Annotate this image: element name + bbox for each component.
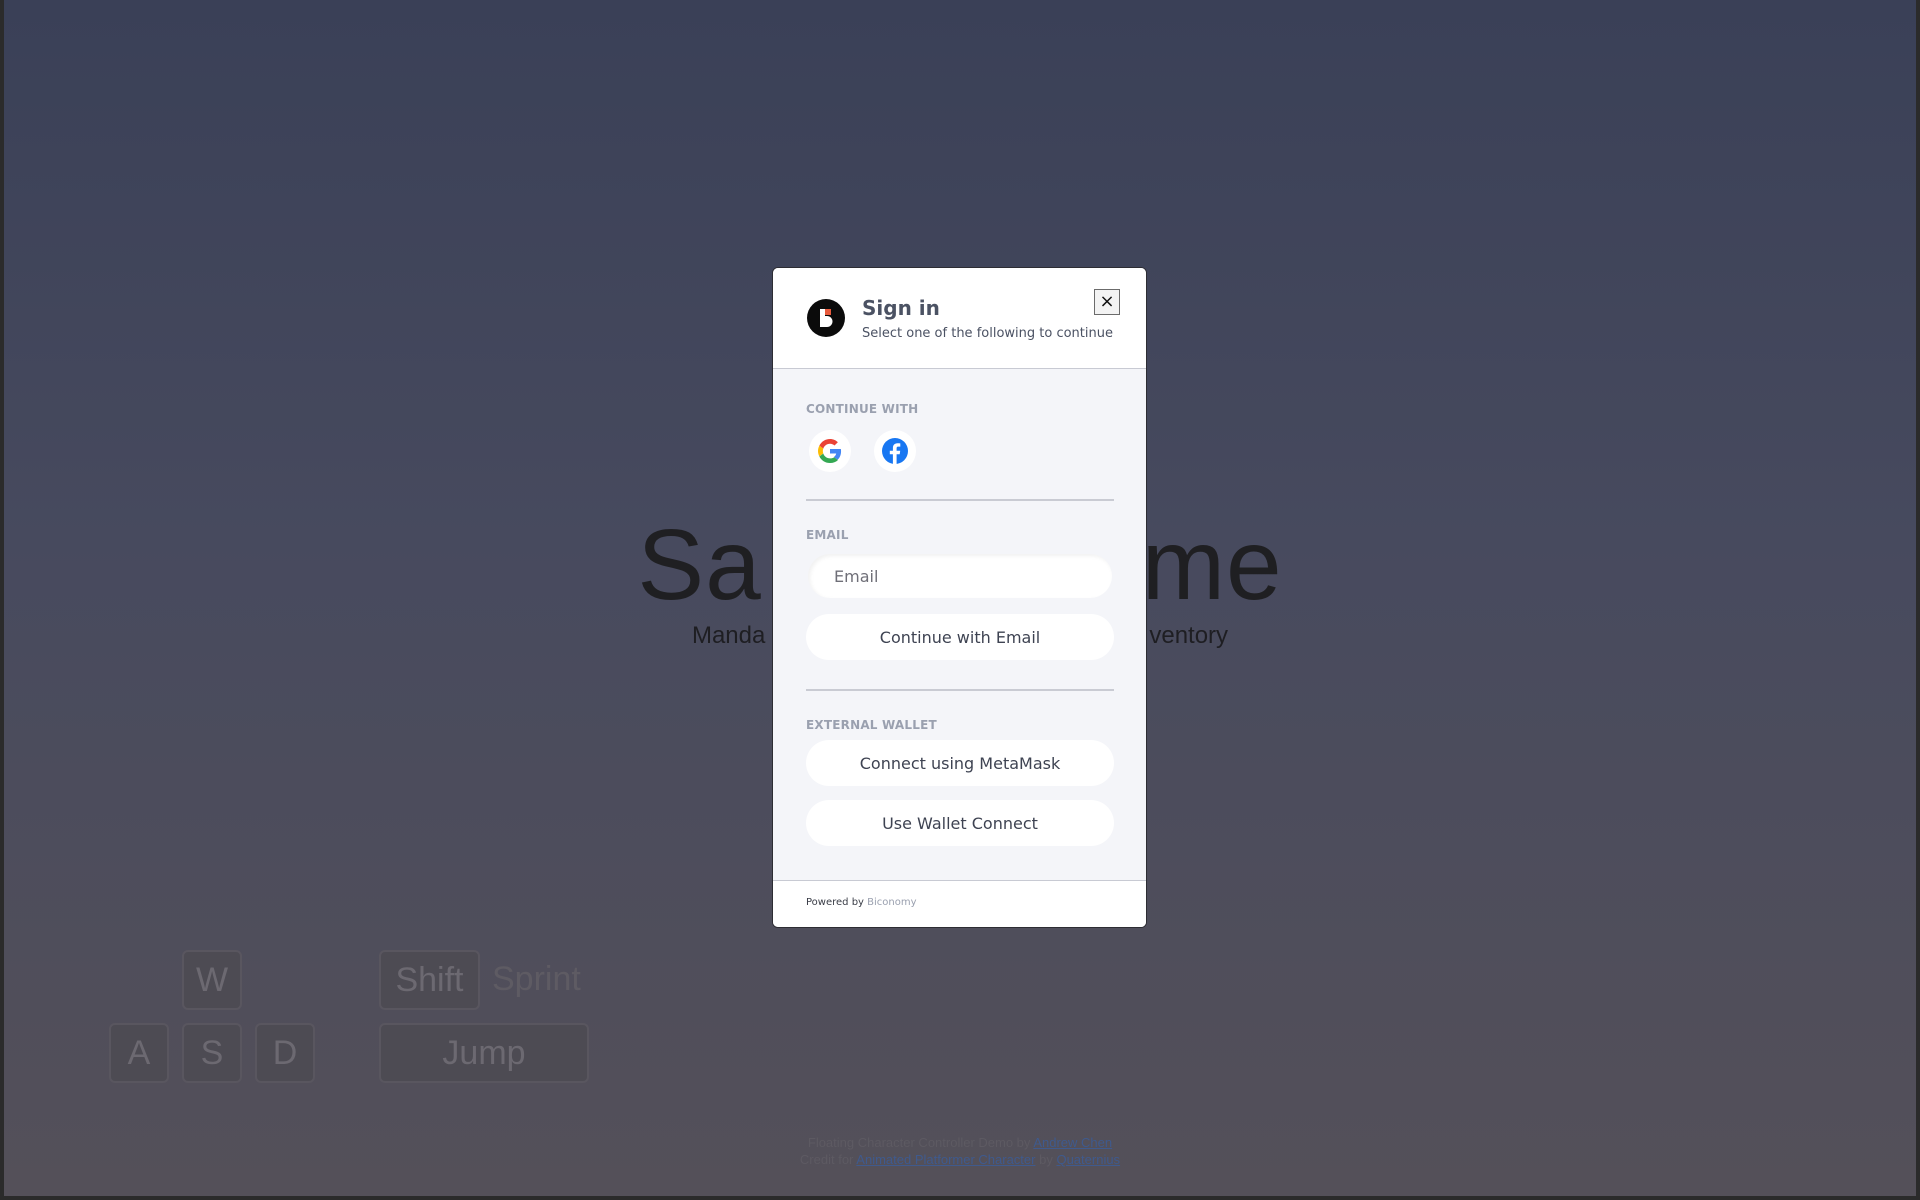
- game-subtitle-left: Manda: [691, 622, 766, 649]
- credits-author-link[interactable]: Andrew Chen: [1033, 1135, 1112, 1150]
- credits-author2-link[interactable]: Quaternius: [1056, 1152, 1120, 1167]
- key-d: D: [255, 1023, 315, 1083]
- key-s: S: [182, 1023, 242, 1083]
- wallet-connect-button[interactable]: Use Wallet Connect: [806, 800, 1114, 846]
- modal-subtitle: Select one of the following to continue: [862, 326, 1113, 341]
- credits-prefix: Floating Character Controller Demo by: [807, 1135, 1031, 1150]
- google-icon: [818, 439, 842, 463]
- modal-header: Sign in Select one of the following to c…: [773, 268, 1146, 369]
- key-a: A: [109, 1023, 169, 1083]
- sign-in-modal: Sign in Select one of the following to c…: [772, 267, 1147, 928]
- close-button[interactable]: ×: [1094, 289, 1120, 315]
- facebook-icon: [882, 438, 908, 464]
- credits-line-1: Floating Character Controller Demo by An…: [4, 1134, 1916, 1151]
- credits-by: by: [1039, 1152, 1053, 1167]
- facebook-button[interactable]: [874, 430, 916, 472]
- key-shift: Shift: [379, 950, 480, 1010]
- email-input[interactable]: [808, 554, 1112, 598]
- divider: [806, 689, 1114, 691]
- key-jump: Jump: [379, 1023, 589, 1083]
- continue-with-label: CONTINUE WITH: [806, 402, 919, 416]
- credits-line-2: Credit for Animated Platformer Character…: [4, 1151, 1916, 1168]
- connect-metamask-button[interactable]: Connect using MetaMask: [806, 740, 1114, 786]
- powered-by-prefix: Powered by: [806, 897, 864, 908]
- credits-prefix-2: Credit for: [799, 1152, 854, 1167]
- modal-footer: Powered by Biconomy: [773, 880, 1146, 927]
- credits-asset-link[interactable]: Animated Platformer Character: [856, 1152, 1035, 1167]
- external-wallet-label: EXTERNAL WALLET: [806, 718, 937, 732]
- continue-with-email-button[interactable]: Continue with Email: [806, 614, 1114, 660]
- biconomy-logo-icon: [807, 299, 845, 337]
- sprint-label: Sprint: [492, 960, 581, 998]
- close-icon: ×: [1099, 291, 1115, 312]
- email-label: EMAIL: [806, 528, 849, 542]
- game-subtitle-right: ventory: [1149, 622, 1229, 649]
- google-button[interactable]: [809, 430, 851, 472]
- game-title-left: Sa: [637, 509, 762, 621]
- game-title-right: me: [1141, 509, 1283, 621]
- divider: [806, 499, 1114, 501]
- key-w: W: [182, 950, 242, 1010]
- powered-by-brand[interactable]: Biconomy: [867, 897, 916, 908]
- modal-title: Sign in: [862, 296, 940, 320]
- powered-by: Powered by Biconomy: [806, 897, 917, 908]
